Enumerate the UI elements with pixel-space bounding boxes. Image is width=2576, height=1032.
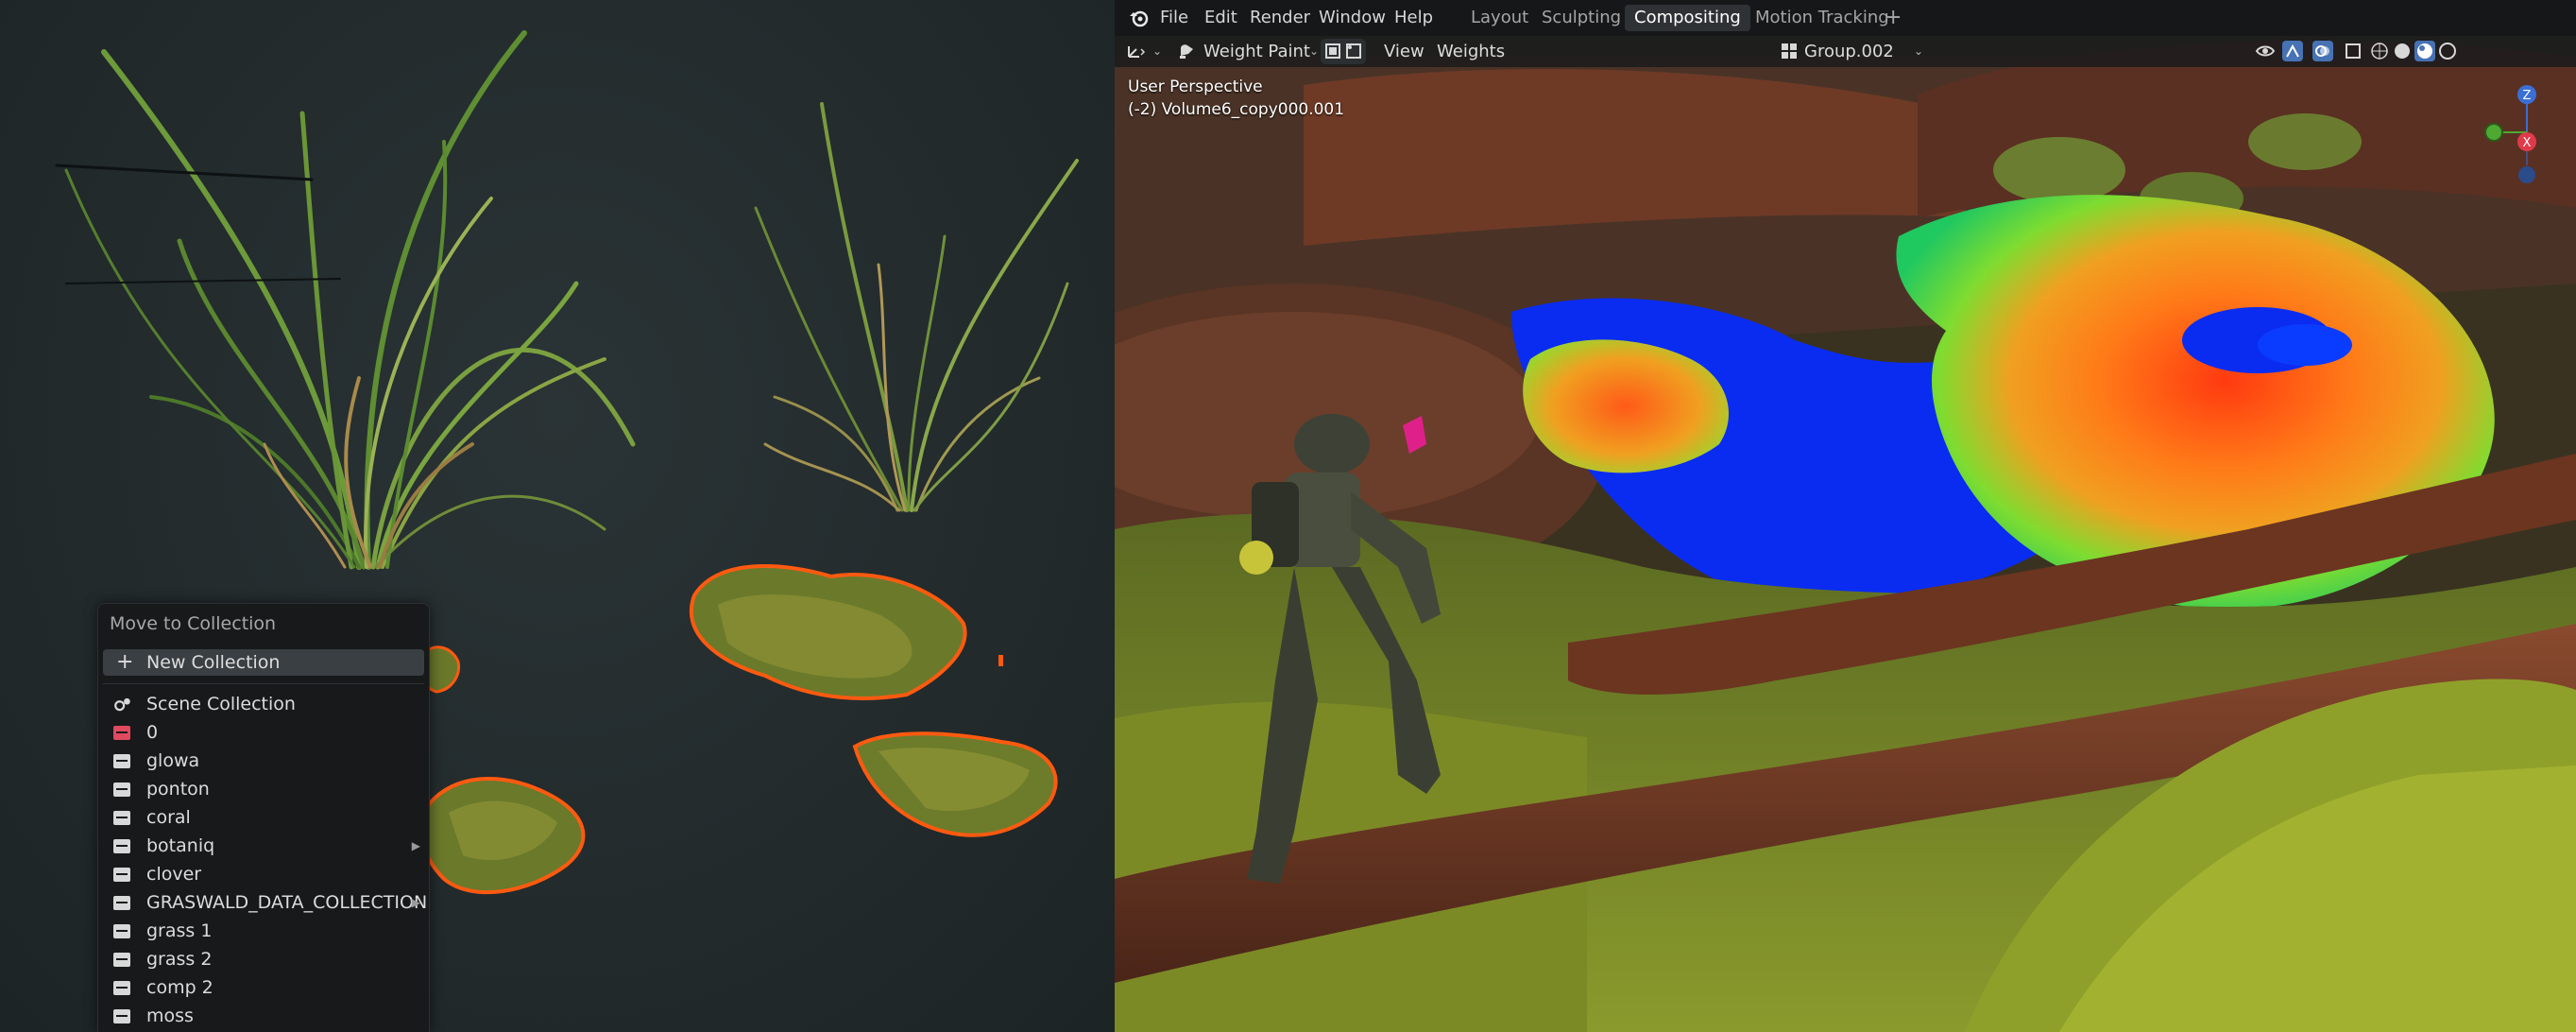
- collection-item-label: grass 1: [146, 920, 213, 941]
- blender-logo-icon[interactable]: [1128, 8, 1149, 28]
- collection-item-scene-collection[interactable]: Scene Collection: [103, 691, 424, 717]
- collection-item-label: Scene Collection: [146, 694, 296, 714]
- collection-icon: [113, 953, 130, 967]
- collection-icon-red: [113, 726, 130, 740]
- vertex-mask-icon[interactable]: [1345, 43, 1362, 60]
- collection-icon: [113, 896, 130, 910]
- left-3d-viewport[interactable]: Move to Collection + New Collection Scen…: [0, 0, 1115, 1032]
- collection-item-coral[interactable]: coral: [103, 804, 424, 831]
- collection-item-label: coral: [146, 807, 191, 828]
- collection-item-grass-1[interactable]: grass 1: [103, 918, 424, 944]
- scene-collection-icon: [114, 697, 130, 712]
- tab-compositing[interactable]: Compositing: [1625, 5, 1750, 31]
- collection-item-ponton[interactable]: ponton: [103, 776, 424, 802]
- collection-item-label: botaniq: [146, 835, 215, 856]
- wireframe-shading-icon[interactable]: [2369, 41, 2390, 61]
- chevron-down-icon: ⌄: [1309, 44, 1320, 58]
- gizmo-y-axis[interactable]: [2484, 123, 2503, 142]
- menu-window[interactable]: Window: [1319, 0, 1386, 36]
- tab-sculpting[interactable]: Sculpting: [1532, 5, 1630, 31]
- collection-icon: [113, 811, 130, 825]
- mode-selector[interactable]: Weight Paint: [1203, 36, 1310, 67]
- vertex-group-selector[interactable]: Group.002: [1804, 36, 1894, 67]
- moss-patch-1: [689, 563, 967, 700]
- collection-item-clover[interactable]: clover: [103, 861, 424, 887]
- gizmo-neg-z-axis[interactable]: [2518, 166, 2535, 183]
- collection-item-label: comp 2: [146, 977, 213, 998]
- collection-item-label: moss: [146, 1006, 194, 1026]
- tab-layout[interactable]: Layout: [1461, 5, 1538, 31]
- paint-mask-toggle-group: [1321, 39, 1366, 64]
- active-object-label: (-2) Volume6_copy000.001: [1128, 100, 1345, 119]
- face-mask-icon[interactable]: [1324, 43, 1341, 60]
- right-3d-viewport[interactable]: File Edit Render Window Help Layout Scul…: [1115, 0, 2576, 1032]
- collection-item-glowa[interactable]: glowa: [103, 748, 424, 774]
- menu-title: Move to Collection: [110, 613, 277, 634]
- weight-paint-icon: [1180, 44, 1193, 59]
- moss-patch-2: [852, 731, 1058, 837]
- collection-icon: [113, 839, 130, 853]
- collection-item-comp-2[interactable]: comp 2: [103, 974, 424, 1001]
- gizmo-z-label: Z: [2523, 89, 2532, 103]
- collection-icon: [113, 924, 130, 938]
- moss-patch-3: [419, 777, 586, 895]
- collection-icon: [113, 783, 130, 797]
- editor-type-icon[interactable]: [1126, 41, 1147, 61]
- navigation-gizmo[interactable]: Z X: [2475, 76, 2576, 189]
- collection-item-label: 0: [146, 722, 159, 743]
- menu-weights[interactable]: Weights: [1437, 36, 1505, 67]
- collection-item-0[interactable]: 0: [103, 719, 424, 746]
- weight-paint-scene: [1115, 0, 2576, 1032]
- selected-fragment: [998, 655, 1003, 666]
- move-to-collection-menu: Move to Collection + New Collection Scen…: [97, 603, 430, 1032]
- collection-item-label: grass 2: [146, 949, 213, 970]
- new-collection-label: New Collection: [146, 652, 281, 673]
- chevron-down-icon: ⌄: [1914, 44, 1924, 58]
- xray-toggle-icon[interactable]: [2343, 41, 2363, 61]
- vertex-group-icon: [1782, 43, 1797, 59]
- menu-help[interactable]: Help: [1394, 0, 1433, 36]
- collection-icon: [113, 754, 130, 768]
- submenu-arrow-icon: ▶: [411, 896, 420, 909]
- visibility-eye-icon[interactable]: [2255, 41, 2276, 61]
- material-shading-icon[interactable]: [2414, 41, 2435, 61]
- collection-icon: [113, 981, 130, 995]
- submenu-arrow-icon: ▶: [411, 839, 420, 852]
- plus-icon: +: [116, 650, 134, 674]
- menu-separator: [103, 683, 424, 684]
- viewport-header: ⌄ Weight Paint ⌄ View Weights Group.002 …: [1115, 36, 2576, 67]
- new-collection-button[interactable]: + New Collection: [103, 649, 424, 676]
- top-menu-bar: File Edit Render Window Help Layout Scul…: [1115, 0, 2576, 36]
- collection-item-moss[interactable]: moss: [103, 1003, 424, 1029]
- collection-item-grass-2[interactable]: grass 2: [103, 946, 424, 972]
- collection-item-graswald-data-collection[interactable]: GRASWALD_DATA_COLLECTION ▶: [103, 889, 428, 916]
- menu-view[interactable]: View: [1384, 36, 1424, 67]
- tab-motion-tracking[interactable]: Motion Tracking: [1746, 5, 1899, 31]
- menu-render[interactable]: Render: [1250, 0, 1310, 36]
- menu-edit[interactable]: Edit: [1204, 0, 1237, 36]
- gizmo-x-label: X: [2523, 136, 2532, 150]
- add-workspace-button[interactable]: +: [1885, 0, 1902, 36]
- collection-item-label: ponton: [146, 779, 210, 800]
- viewport-info-overlay: User Perspective (-2) Volume6_copy000.00…: [1128, 76, 1344, 121]
- view-perspective-label: User Perspective: [1128, 77, 1263, 96]
- overlays-toggle-icon[interactable]: [2312, 41, 2333, 61]
- rendered-shading-icon[interactable]: [2437, 41, 2458, 61]
- collection-item-label: GRASWALD_DATA_COLLECTION: [146, 892, 428, 913]
- collection-icon: [113, 868, 130, 882]
- collection-item-label: clover: [146, 864, 202, 885]
- gizmo-toggle-icon[interactable]: [2282, 41, 2303, 61]
- collection-item-label: glowa: [146, 750, 200, 771]
- grass-clump-large: [55, 30, 636, 570]
- menu-file[interactable]: File: [1160, 0, 1188, 36]
- chevron-down-icon: ⌄: [1152, 44, 1163, 58]
- grass-clump-small: [754, 102, 1079, 512]
- collection-icon: [113, 1009, 130, 1023]
- solid-shading-icon[interactable]: [2392, 41, 2413, 61]
- collection-item-botaniq[interactable]: botaniq ▶: [103, 833, 424, 859]
